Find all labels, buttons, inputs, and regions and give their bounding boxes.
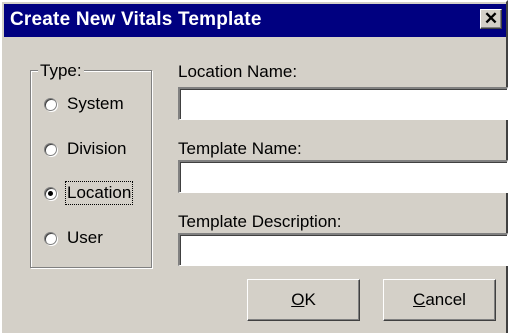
template-description-input[interactable] — [178, 233, 508, 266]
radio-system[interactable]: System — [44, 92, 124, 116]
radio-system-label[interactable]: System — [67, 94, 124, 114]
dialog-title: Create New Vitals Template — [10, 9, 262, 30]
ok-mnemonic: O — [291, 290, 305, 309]
radio-user-label[interactable]: User — [67, 228, 103, 248]
radio-user[interactable]: User — [44, 226, 103, 250]
radio-location-indicator[interactable] — [44, 186, 57, 200]
type-group-legend: Type: — [38, 61, 84, 81]
cancel-mnemonic: C — [413, 290, 426, 309]
template-name-label: Template Name: — [178, 139, 302, 158]
ok-button[interactable]: OK — [247, 279, 360, 321]
cancel-button[interactable]: Cancel — [383, 279, 496, 321]
radio-division-indicator[interactable] — [44, 142, 57, 156]
radio-user-indicator[interactable] — [44, 231, 57, 245]
location-name-label: Location Name: — [178, 62, 298, 81]
location-name-input[interactable] — [178, 87, 508, 120]
radio-division-label[interactable]: Division — [67, 139, 127, 159]
ok-label-rest: K — [304, 290, 316, 309]
close-button[interactable]: ✕ — [480, 9, 502, 29]
close-icon: ✕ — [483, 9, 499, 28]
radio-location[interactable]: Location — [44, 181, 134, 205]
template-description-label: Template Description: — [178, 212, 342, 231]
radio-system-indicator[interactable] — [44, 97, 57, 111]
cancel-label-rest: ancel — [425, 290, 466, 309]
template-name-input[interactable] — [178, 160, 508, 193]
radio-division[interactable]: Division — [44, 137, 127, 161]
radio-location-label[interactable]: Location — [64, 181, 134, 205]
title-bar[interactable]: Create New Vitals Template ✕ — [4, 4, 506, 37]
